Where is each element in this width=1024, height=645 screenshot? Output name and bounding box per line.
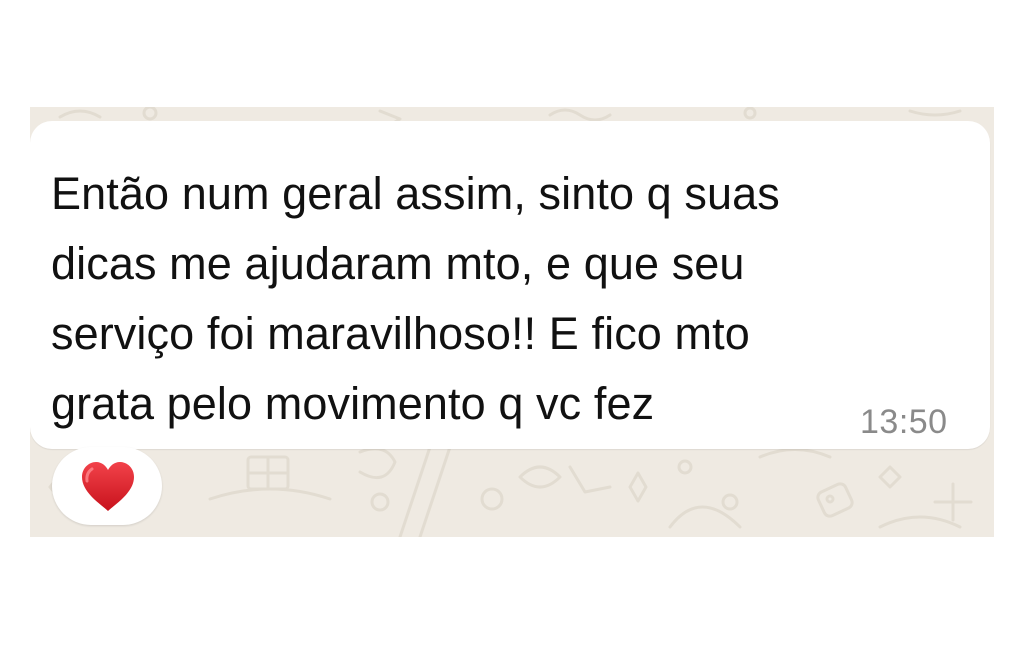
message-timestamp: 13:50 [860, 403, 948, 441]
chat-area: Então num geral assim, sinto q suas dica… [30, 107, 994, 537]
red-heart-icon [82, 462, 134, 511]
message-bubble[interactable]: Então num geral assim, sinto q suas dica… [30, 121, 990, 449]
reaction-badge[interactable] [52, 447, 162, 525]
message-text: Então num geral assim, sinto q suas dica… [51, 168, 780, 429]
